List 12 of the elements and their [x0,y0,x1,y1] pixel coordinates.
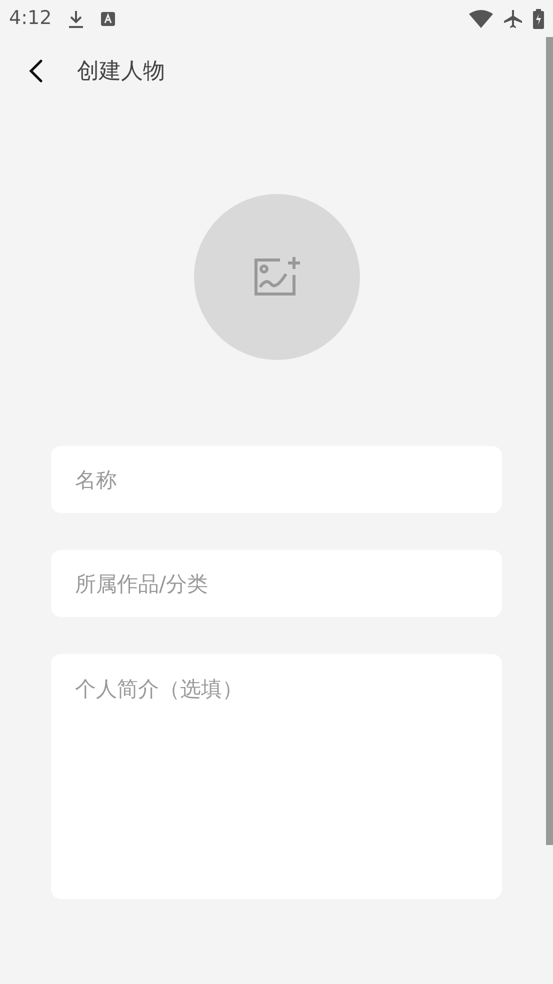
bio-field[interactable]: 个人简介（选填） [51,654,502,899]
battery-icon [533,8,544,28]
keyboard-icon [100,12,115,26]
text-field[interactable]: 所属作品/分类 [51,550,502,617]
status-time: 4:12 [9,6,52,32]
text-field[interactable]: 名称 [51,446,502,513]
download-icon [68,8,84,28]
back-icon [29,59,43,83]
add-image-icon [254,257,300,297]
airplane-icon [503,8,523,28]
page-title: 创建人物 [77,58,165,86]
wifi-icon [469,10,493,28]
